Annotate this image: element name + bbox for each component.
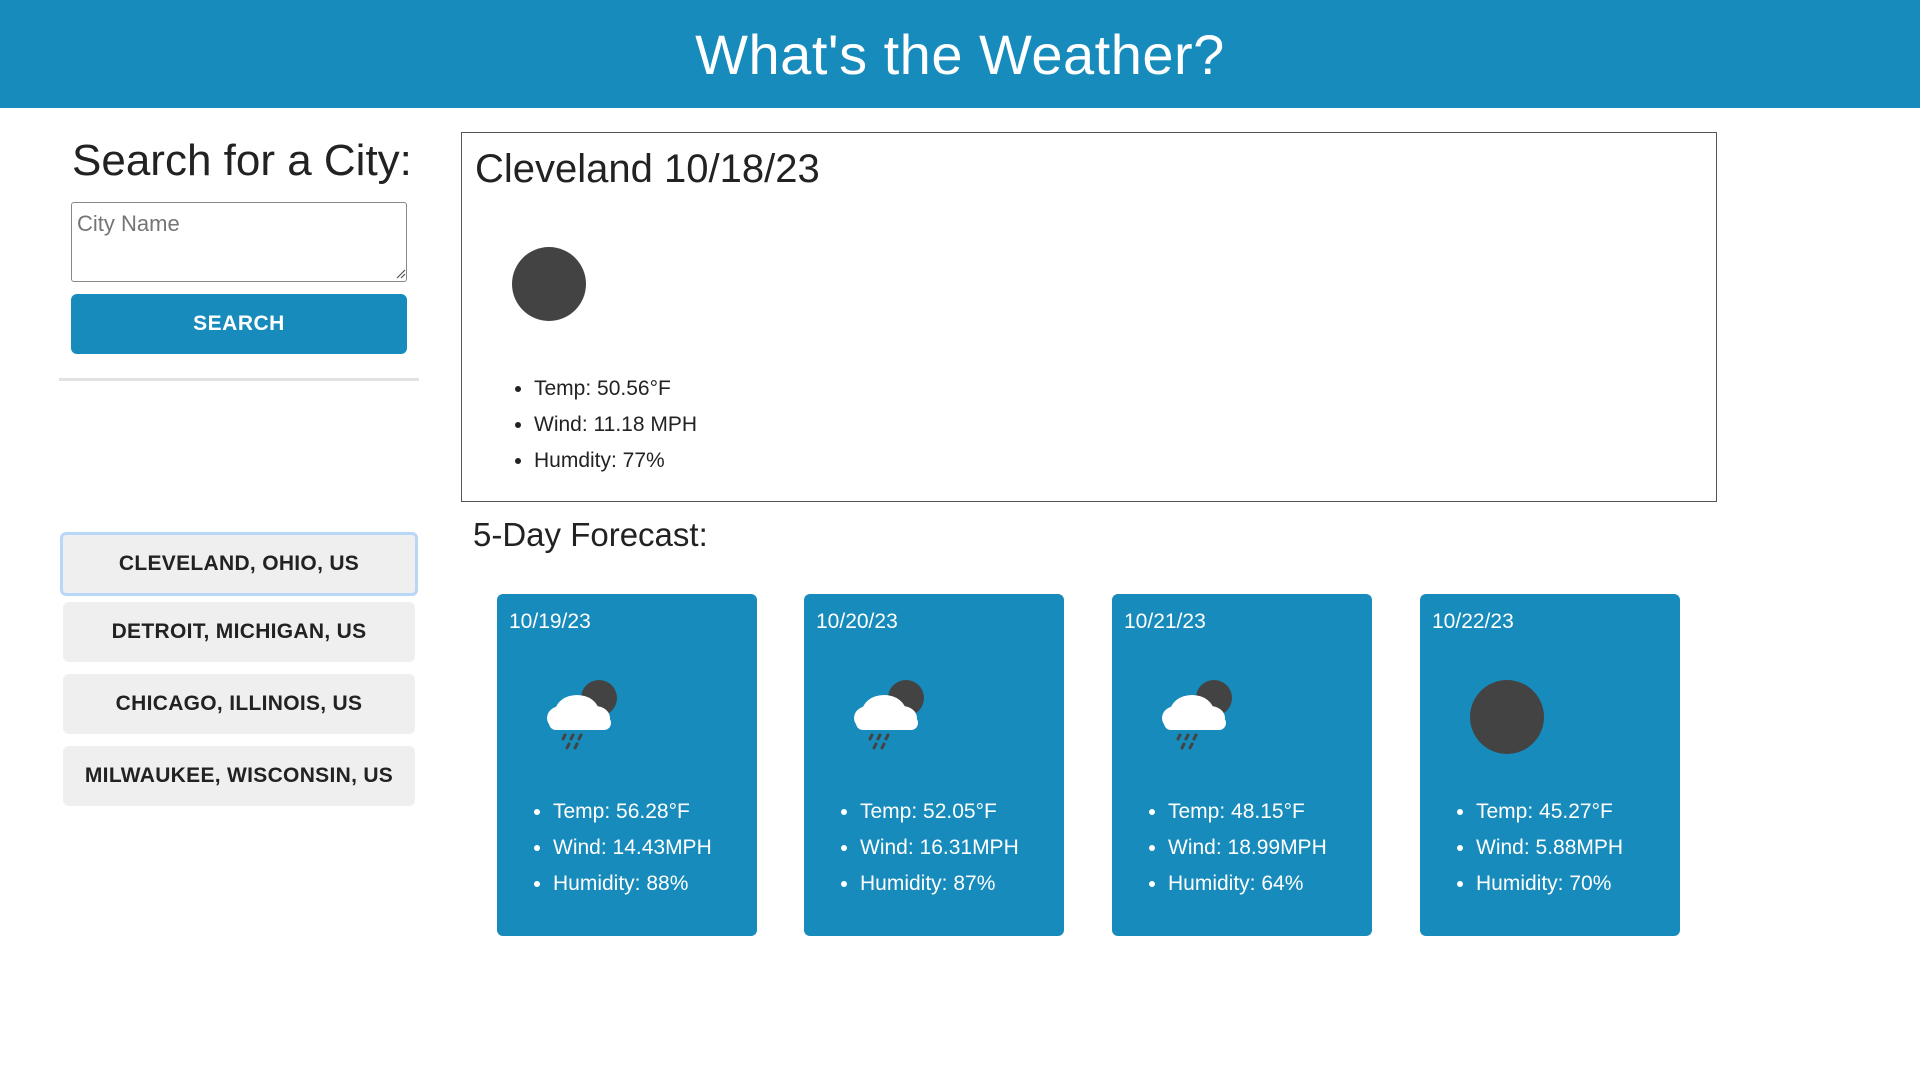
forecast-date: 10/19/23: [509, 610, 591, 633]
history-button-chicago[interactable]: CHICAGO, ILLINOIS, US: [63, 674, 415, 734]
current-weather-panel: Cleveland 10/18/23 Temp: 50.56°F Wind: 1…: [461, 132, 1717, 502]
history-button-detroit[interactable]: DETROIT, MICHIGAN, US: [63, 602, 415, 662]
current-temp: Temp: 50.56°F: [534, 371, 697, 407]
forecast-temp: Temp: 45.27°F: [1476, 794, 1623, 830]
current-weather-title: Cleveland 10/18/23: [475, 147, 820, 191]
forecast-card: 10/22/23 Temp: 45.27°F Wind: 5.88MPH Hum…: [1420, 594, 1680, 936]
forecast-details: Temp: 56.28°F Wind: 14.43MPH Humidity: 8…: [533, 794, 712, 902]
forecast-humidity: Humidity: 64%: [1168, 866, 1327, 902]
current-humidity: Humdity: 77%: [534, 443, 697, 479]
forecast-humidity: Humidity: 70%: [1476, 866, 1623, 902]
forecast-date: 10/22/23: [1432, 610, 1514, 633]
rain-cloud-icon: [854, 680, 924, 750]
forecast-details: Temp: 48.15°F Wind: 18.99MPH Humidity: 6…: [1148, 794, 1327, 902]
forecast-temp: Temp: 48.15°F: [1168, 794, 1327, 830]
forecast-card: 10/19/23 Temp: 56.28°F Wind: 14.43MPH Hu…: [497, 594, 757, 936]
page-header: What's the Weather?: [0, 0, 1920, 108]
forecast-details: Temp: 52.05°F Wind: 16.31MPH Humidity: 8…: [840, 794, 1019, 902]
rain-cloud-icon: [547, 680, 617, 750]
page-title: What's the Weather?: [695, 22, 1225, 86]
forecast-details: Temp: 45.27°F Wind: 5.88MPH Humidity: 70…: [1456, 794, 1623, 902]
forecast-temp: Temp: 52.05°F: [860, 794, 1019, 830]
current-wind: Wind: 11.18 MPH: [534, 407, 697, 443]
forecast-wind: Wind: 16.31MPH: [860, 830, 1019, 866]
rain-cloud-icon: [1162, 680, 1232, 750]
weather-icon: [512, 247, 586, 321]
history-button-milwaukee[interactable]: MILWAUKEE, WISCONSIN, US: [63, 746, 415, 806]
city-name-input[interactable]: [71, 202, 407, 282]
search-button[interactable]: SEARCH: [71, 294, 407, 354]
forecast-date: 10/20/23: [816, 610, 898, 633]
current-weather-details: Temp: 50.56°F Wind: 11.18 MPH Humdity: 7…: [514, 371, 697, 479]
forecast-wind: Wind: 14.43MPH: [553, 830, 712, 866]
search-title: Search for a City:: [72, 136, 412, 185]
forecast-card: 10/20/23 Temp: 52.05°F Wind: 16.31MPH Hu…: [804, 594, 1064, 936]
forecast-card: 10/21/23 Temp: 48.15°F Wind: 18.99MPH Hu…: [1112, 594, 1372, 936]
forecast-date: 10/21/23: [1124, 610, 1206, 633]
forecast-temp: Temp: 56.28°F: [553, 794, 712, 830]
history-button-cleveland[interactable]: CLEVELAND, OHIO, US: [60, 532, 418, 596]
forecast-wind: Wind: 5.88MPH: [1476, 830, 1623, 866]
forecast-title: 5-Day Forecast:: [473, 516, 708, 553]
forecast-humidity: Humidity: 87%: [860, 866, 1019, 902]
dark-circle-icon: [1470, 680, 1544, 754]
sidebar-divider: [59, 378, 419, 381]
forecast-wind: Wind: 18.99MPH: [1168, 830, 1327, 866]
forecast-humidity: Humidity: 88%: [553, 866, 712, 902]
